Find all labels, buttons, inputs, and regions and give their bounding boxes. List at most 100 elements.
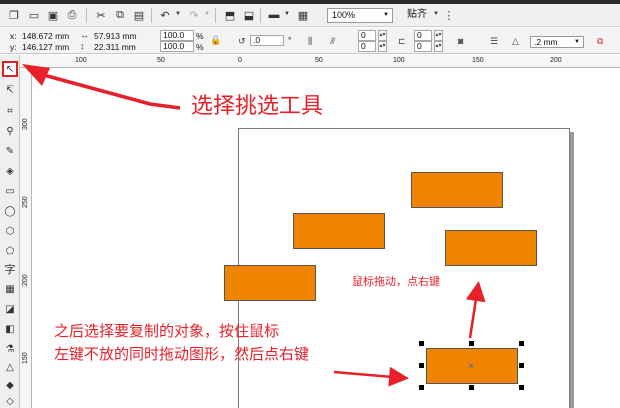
corner-field-bottom-right[interactable]: 0 bbox=[414, 41, 432, 52]
rectangle-tool-icon[interactable]: ▭ bbox=[2, 183, 18, 199]
width-field[interactable]: 57.913 mm bbox=[94, 31, 137, 41]
redo-dropdown-icon[interactable]: ▼ bbox=[204, 11, 210, 17]
x-label: x: bbox=[10, 31, 17, 41]
mirror-horizontal-icon[interactable]: ⫼ bbox=[308, 36, 312, 46]
ruler-tick-label: 100 bbox=[75, 57, 87, 64]
corner-field-top[interactable]: 0 bbox=[358, 30, 376, 41]
selection-handle[interactable] bbox=[469, 341, 474, 346]
selection-handle[interactable] bbox=[519, 363, 524, 368]
eyedropper-tool-icon[interactable]: ⚗ bbox=[2, 341, 18, 357]
zoom-tool-icon[interactable]: ⚲ bbox=[2, 123, 18, 139]
spinner-icon[interactable]: ▴▾ bbox=[434, 41, 443, 52]
center-x-icon: × bbox=[468, 361, 474, 372]
scale-y-field[interactable]: 100.0 bbox=[160, 41, 194, 52]
horizontal-ruler[interactable]: 100 50 0 50 100 150 200 bbox=[20, 55, 620, 68]
degree-label: ° bbox=[288, 35, 292, 45]
x-position-field[interactable]: 148.672 mm bbox=[22, 31, 69, 41]
ruler-tick-label: 50 bbox=[157, 57, 165, 64]
pick-tool-icon[interactable]: ↖ bbox=[2, 61, 18, 77]
toolbox: ↖ ↸ ⌗ ⚲ ✎ ◈ ▭ ◯ ⬡ ⬠ 字 ▦ ◪ ◧ ⚗ △ ◆ ◇ bbox=[0, 55, 20, 408]
cut-icon[interactable]: ✂ bbox=[93, 7, 109, 23]
orange-rectangle[interactable] bbox=[224, 265, 316, 301]
crop-tool-icon[interactable]: ⌗ bbox=[2, 103, 18, 119]
lock-ratio-icon[interactable]: 🔒 bbox=[210, 35, 221, 45]
ruler-tick-label: 100 bbox=[393, 57, 405, 64]
new-document-icon[interactable]: ❐ bbox=[6, 7, 22, 23]
wrap-text-icon[interactable]: ☰ bbox=[490, 36, 498, 46]
ellipse-tool-icon[interactable]: ◯ bbox=[2, 203, 18, 219]
ruler-tick-label: 200 bbox=[22, 274, 29, 286]
smart-fill-tool-icon[interactable]: ◈ bbox=[2, 163, 18, 179]
ruler-tick-label: 200 bbox=[550, 57, 562, 64]
scale-x-field[interactable]: 100.0 bbox=[160, 30, 194, 41]
welcome-screen-icon[interactable]: ▦ bbox=[295, 7, 311, 23]
snap-to-button[interactable]: 贴齐 bbox=[407, 9, 427, 21]
selection-handle[interactable] bbox=[419, 341, 424, 346]
corner-lock-icon[interactable]: ⊏ bbox=[398, 36, 406, 46]
ruler-tick-label: 50 bbox=[315, 57, 323, 64]
corner-field-top-right[interactable]: 0 bbox=[414, 30, 432, 41]
toolbar-divider bbox=[260, 8, 261, 23]
selection-handle[interactable] bbox=[419, 385, 424, 390]
open-folder-icon[interactable]: ▭ bbox=[26, 7, 42, 23]
text-tool-icon[interactable]: 字 bbox=[2, 261, 18, 277]
undo-icon[interactable]: ↶ bbox=[157, 7, 173, 23]
blend-tool-icon[interactable]: ◪ bbox=[2, 301, 18, 317]
spinner-icon[interactable]: ▴▾ bbox=[378, 30, 387, 41]
instruction-line-1: 之后选择要复制的对象，按住鼠标 bbox=[54, 322, 280, 340]
outline-pen-tool-icon[interactable]: △ bbox=[2, 359, 18, 375]
export-icon[interactable]: ⬓ bbox=[241, 7, 257, 23]
ruler-tick-label: 150 bbox=[22, 352, 29, 364]
launcher-dropdown-icon[interactable]: ▼ bbox=[284, 11, 290, 17]
rotation-field[interactable]: .0 bbox=[250, 35, 284, 46]
application-launcher-icon[interactable]: ▬ bbox=[266, 7, 282, 23]
polygon-tool-icon[interactable]: ⬡ bbox=[2, 223, 18, 239]
selection-handle[interactable] bbox=[469, 385, 474, 390]
orange-rectangle[interactable] bbox=[411, 172, 503, 208]
orange-rectangle[interactable] bbox=[293, 213, 385, 249]
copy-icon[interactable]: ⧉ bbox=[112, 7, 128, 23]
spinner-icon[interactable]: ▴▾ bbox=[378, 41, 387, 52]
outline-width-select[interactable]: .2 mm ▼ bbox=[530, 36, 584, 48]
ruler-tick-label: 250 bbox=[22, 196, 29, 208]
to-front-icon[interactable]: ⧉ bbox=[597, 36, 603, 46]
y-position-field[interactable]: 146.127 mm bbox=[22, 42, 69, 52]
height-field[interactable]: 22.311 mm bbox=[94, 42, 136, 52]
options-icon[interactable]: ⋮ bbox=[441, 7, 457, 23]
snap-dropdown-icon[interactable]: ▼ bbox=[433, 11, 439, 17]
print-icon[interactable]: ⎙ bbox=[64, 7, 80, 23]
table-tool-icon[interactable]: ▦ bbox=[2, 281, 18, 297]
toolbar-divider bbox=[86, 8, 87, 23]
zoom-select[interactable]: 100% ▼ bbox=[327, 8, 393, 23]
annotation-select-tool: 选择挑选工具 bbox=[191, 94, 324, 119]
orange-rectangle[interactable] bbox=[445, 230, 537, 266]
ruler-tick-label: 150 bbox=[472, 57, 484, 64]
corner-style-icon[interactable]: ◙ bbox=[458, 36, 463, 46]
shape-tool-icon[interactable]: ↸ bbox=[2, 82, 18, 98]
corner-field-bottom[interactable]: 0 bbox=[358, 41, 376, 52]
selection-handle[interactable] bbox=[419, 363, 424, 368]
chevron-down-icon: ▼ bbox=[574, 39, 580, 45]
interactive-fill-tool-icon[interactable]: ◇ bbox=[2, 393, 18, 408]
chevron-down-icon: ▼ bbox=[383, 12, 389, 18]
instruction-line-2: 左键不放的同时拖动图形，然后点右键 bbox=[54, 345, 310, 363]
width-icon: ↔ bbox=[80, 30, 89, 40]
freehand-tool-icon[interactable]: ✎ bbox=[2, 143, 18, 159]
fill-tool-icon[interactable]: ◆ bbox=[2, 377, 18, 393]
selection-handle[interactable] bbox=[519, 385, 524, 390]
paste-icon[interactable]: ▤ bbox=[131, 7, 147, 23]
undo-dropdown-icon[interactable]: ▼ bbox=[175, 11, 181, 17]
coreldraw-window: ❐ ▭ ▣ ⎙ ✂ ⧉ ▤ ↶ ▼ ↷ ▼ ⬒ ⬓ ▬ ▼ ▦ 100% ▼ 贴… bbox=[0, 0, 620, 408]
vertical-ruler[interactable]: 300 250 200 150 bbox=[20, 68, 32, 408]
spinner-icon[interactable]: ▴▾ bbox=[434, 30, 443, 41]
selection-handle[interactable] bbox=[519, 341, 524, 346]
basic-shapes-tool-icon[interactable]: ⬠ bbox=[2, 243, 18, 259]
percent-label: % bbox=[196, 42, 204, 52]
outline-pen-icon[interactable]: △ bbox=[512, 36, 519, 46]
save-icon[interactable]: ▣ bbox=[45, 7, 61, 23]
redo-icon[interactable]: ↷ bbox=[186, 7, 202, 23]
outline-width-value: .2 mm bbox=[534, 37, 558, 47]
import-icon[interactable]: ⬒ bbox=[222, 7, 238, 23]
transparency-tool-icon[interactable]: ◧ bbox=[2, 321, 18, 337]
mirror-vertical-icon[interactable]: ⫻ bbox=[330, 36, 335, 46]
